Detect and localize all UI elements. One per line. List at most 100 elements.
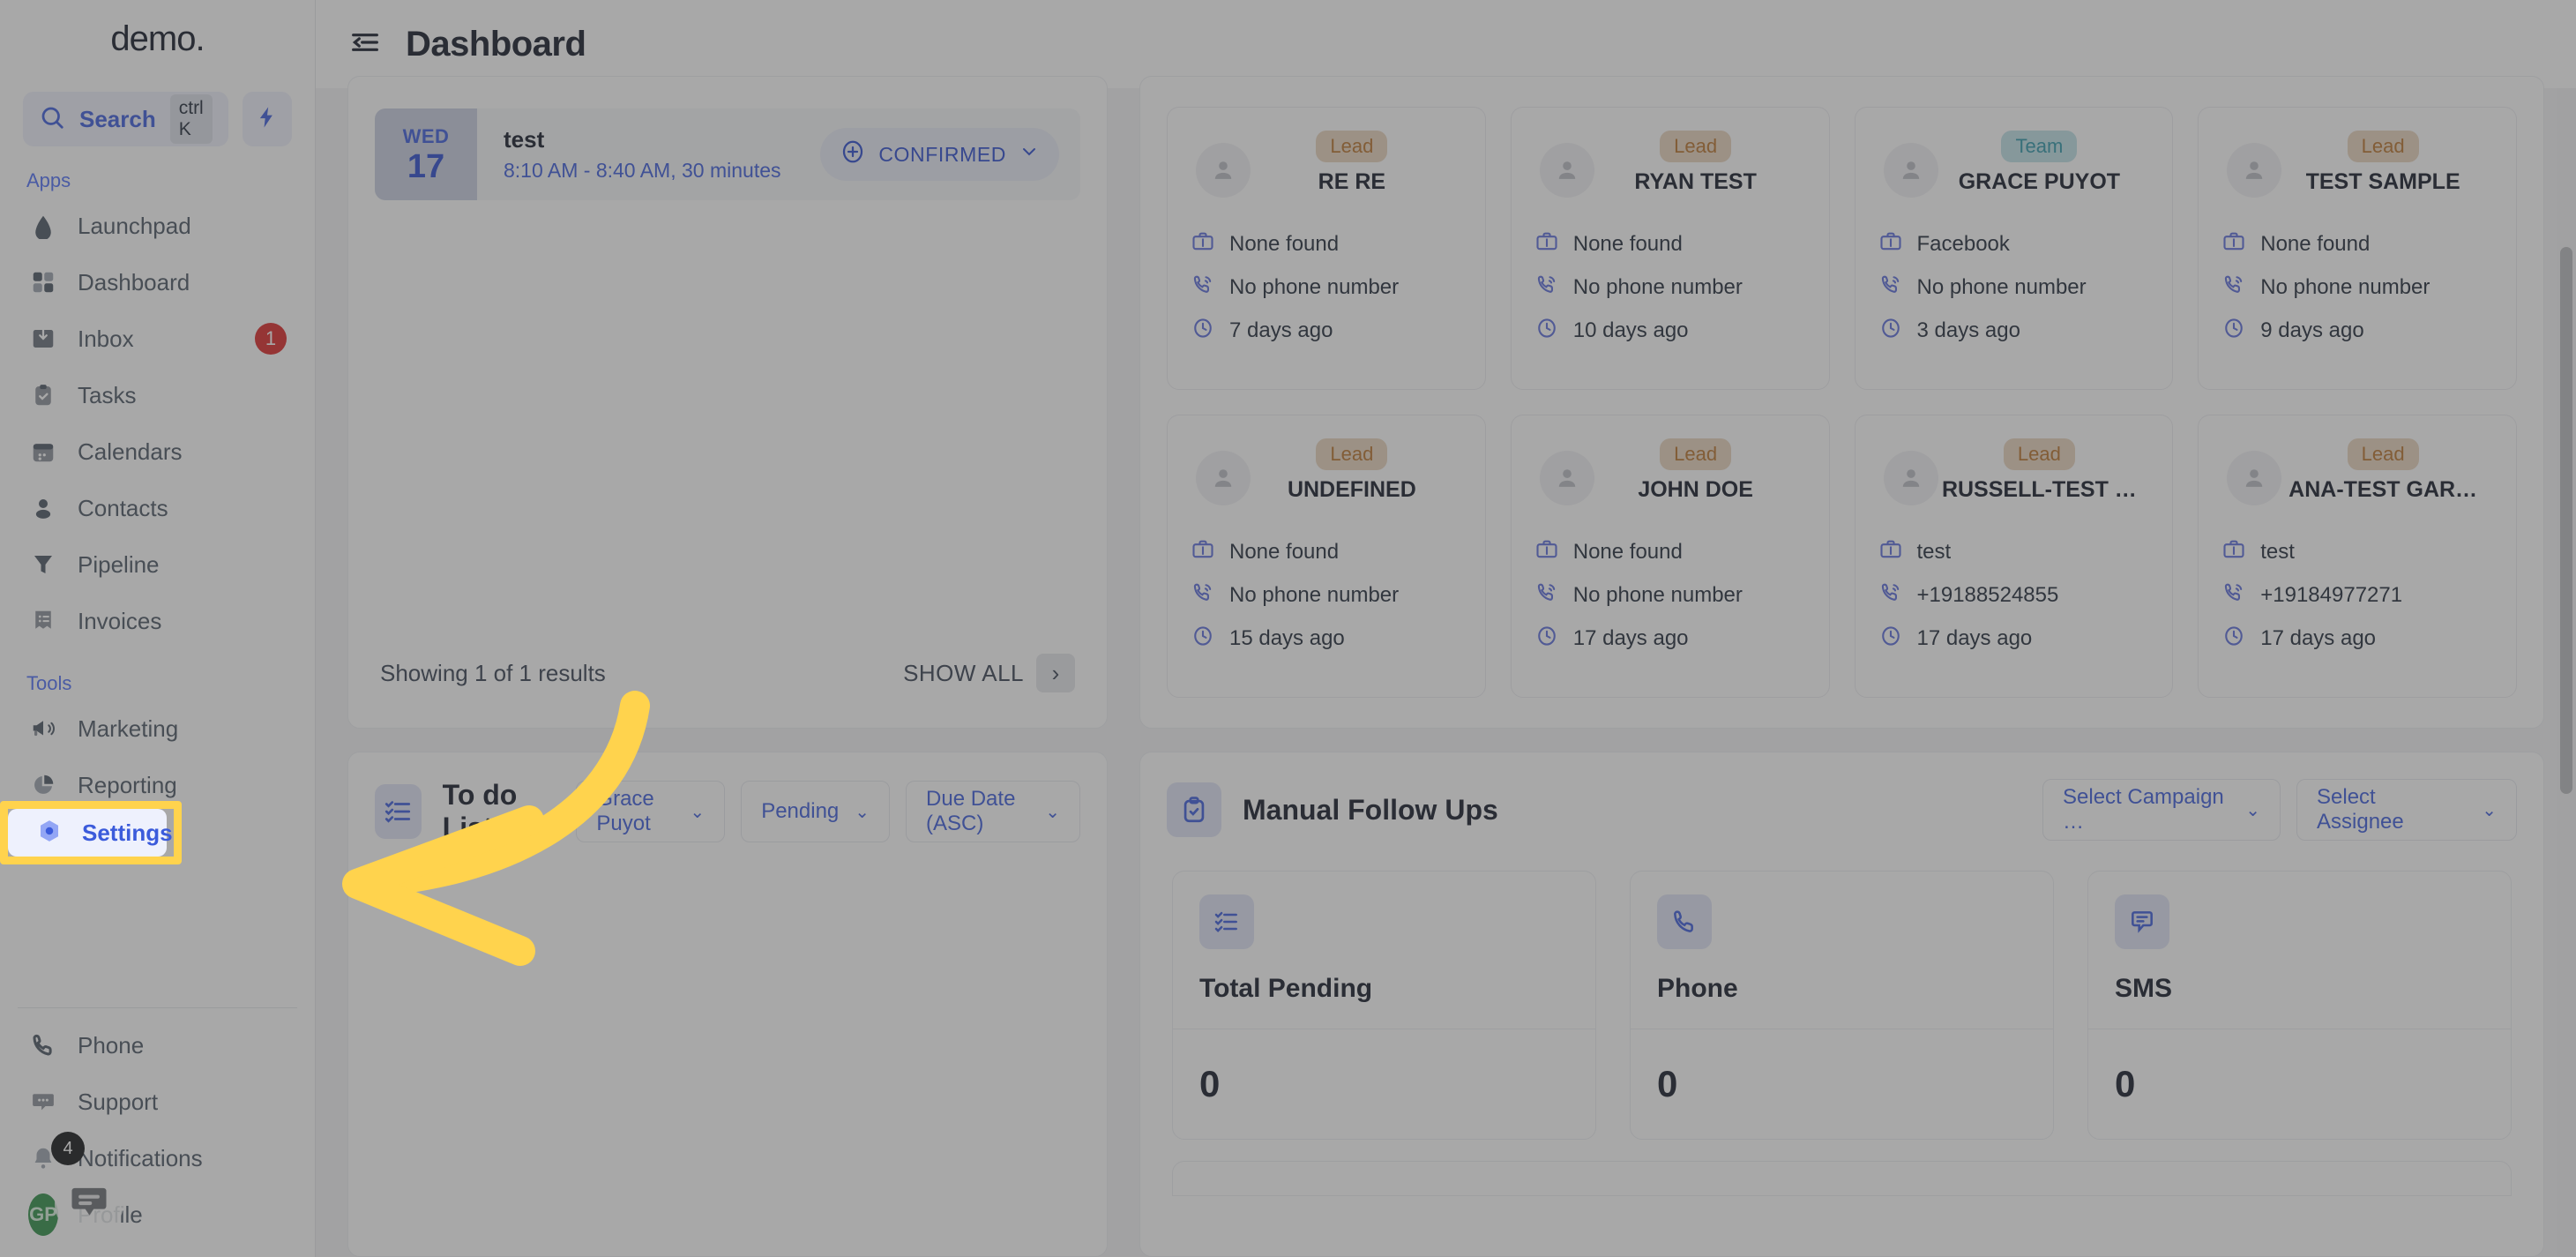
clock-icon (1534, 624, 1559, 653)
main-area: Dashboard WED 17 test 8:10 AM - 8:40 AM,… (316, 0, 2576, 1257)
contact-name: UNDEFINED (1287, 477, 1416, 502)
chevron-down-icon: ⌄ (2482, 800, 2497, 820)
chevron-down-icon: ⌄ (2245, 800, 2260, 820)
briefcase-icon (1878, 537, 1903, 566)
dashboard-content: WED 17 test 8:10 AM - 8:40 AM, 30 minute… (316, 76, 2576, 1257)
stat-card-sms: SMS 0 (2087, 871, 2512, 1140)
followups-filter-campaign[interactable]: Select Campaign … ⌄ (2042, 779, 2281, 841)
contact-card[interactable]: Lead RE RE None found No phone number 7 … (1167, 107, 1486, 390)
contact-name: ANA-TEST GAR… (2289, 477, 2478, 502)
calendar-icon (28, 437, 58, 467)
status-badge: Lead (1316, 438, 1388, 470)
sidebar-item-label: Marketing (78, 715, 179, 742)
sidebar-item-notifications[interactable]: 4 Notifications (12, 1130, 302, 1186)
status-badge: Lead (2347, 438, 2419, 470)
status-badge: Lead (1660, 131, 1732, 162)
contact-card[interactable]: Lead RUSSELL-TEST … test +19188524855 17… (1854, 415, 2174, 698)
topbar: Dashboard (316, 0, 2576, 88)
todo-filter-status[interactable]: Pending ⌄ (741, 781, 891, 842)
person-icon (1196, 143, 1251, 198)
filter-label: Pending (761, 799, 840, 823)
sidebar-item-reporting[interactable]: Reporting (12, 757, 302, 813)
sidebar-item-label: Support (78, 1088, 159, 1115)
sidebar-item-pipeline[interactable]: Pipeline (12, 536, 302, 593)
contact-card[interactable]: Lead JOHN DOE None found No phone number… (1510, 415, 1830, 698)
chat-widget-button[interactable] (55, 1169, 123, 1238)
todo-filters: Grace Puyot ⌄ Pending ⌄ Due Date (ASC) ⌄ (576, 781, 1080, 842)
brand[interactable]: demo. (0, 0, 315, 78)
checklist-icon (375, 784, 422, 839)
stat-value: 0 (1199, 1063, 1221, 1104)
vertical-scrollbar-track[interactable] (2557, 88, 2576, 1257)
briefcase-icon (2221, 229, 2246, 258)
contact-card[interactable]: Lead RYAN TEST None found No phone numbe… (1510, 107, 1830, 390)
contact-card[interactable]: Lead UNDEFINED None found No phone numbe… (1167, 415, 1486, 698)
appointment-title: test (504, 126, 545, 153)
followups-filters: Select Campaign … ⌄ Select Assignee ⌄ (2042, 779, 2517, 841)
filter-label: Select Assignee (2317, 785, 2404, 834)
sidebar-item-label: Launchpad (78, 212, 191, 239)
sidebar: demo. Search ctrl K Apps Launchpad Dashb… (0, 0, 316, 1257)
chevron-down-icon: ⌄ (1045, 802, 1060, 822)
sidebar-item-calendars[interactable]: Calendars (12, 423, 302, 480)
show-all-label: SHOW ALL (903, 659, 1024, 686)
sidebar-item-dashboard[interactable]: Dashboard (12, 254, 302, 311)
clock-icon (1878, 624, 1903, 653)
sidebar-item-launchpad[interactable]: Launchpad (12, 198, 302, 254)
collapse-menu-icon[interactable] (347, 25, 383, 64)
phone-icon (1657, 894, 1712, 949)
contact-phone: No phone number (1572, 582, 1743, 607)
search-input[interactable]: Search ctrl K (23, 92, 228, 146)
contact-card[interactable]: Lead TEST SAMPLE None found No phone num… (2198, 107, 2517, 390)
page-title: Dashboard (406, 24, 586, 64)
sidebar-item-invoices[interactable]: Invoices (12, 593, 302, 649)
contact-phone: No phone number (1572, 274, 1743, 299)
status-badge: Lead (1660, 438, 1732, 470)
stat-card-phone: Phone 0 (1630, 871, 2054, 1140)
sidebar-item-inbox[interactable]: Inbox 1 (12, 311, 302, 367)
show-all-button[interactable]: SHOW ALL › (903, 654, 1075, 692)
sidebar-item-tasks[interactable]: Tasks (12, 367, 302, 423)
contact-source: None found (1572, 231, 1683, 256)
funnel-icon (28, 550, 58, 580)
stat-value: 0 (1657, 1063, 1678, 1104)
phone-call-icon (1534, 580, 1559, 610)
contact-name: TEST SAMPLE (2305, 169, 2460, 194)
briefcase-icon (1191, 537, 1215, 566)
phone-call-icon (2221, 273, 2246, 302)
sidebar-item-label: Notifications (78, 1144, 203, 1171)
contact-card[interactable]: Lead ANA-TEST GAR… test +19184977271 17 … (2198, 415, 2517, 698)
appointment-status-dropdown[interactable]: CONFIRMED (820, 128, 1059, 181)
sidebar-nav-tools: Marketing Reporting Settings (0, 700, 315, 870)
sidebar-section-apps-label: Apps (26, 169, 71, 191)
contact-age: 3 days ago (1916, 318, 2020, 342)
contact-source: None found (1572, 539, 1683, 564)
person-icon (2227, 451, 2282, 505)
appointment-row[interactable]: WED 17 test 8:10 AM - 8:40 AM, 30 minute… (375, 108, 1080, 200)
followups-title: Manual Follow Ups (1243, 793, 1498, 826)
brand-logo: demo. (110, 19, 205, 58)
chat-dots-icon (28, 1087, 58, 1117)
contact-card[interactable]: Team GRACE PUYOT Facebook No phone numbe… (1854, 107, 2174, 390)
vertical-scrollbar-thumb[interactable] (2560, 247, 2572, 794)
sidebar-item-contacts[interactable]: Contacts (12, 480, 302, 536)
sidebar-item-settings[interactable]: Settings (12, 813, 302, 870)
appointments-footer: Showing 1 of 1 results SHOW ALL › (348, 654, 1107, 728)
contact-name: RYAN TEST (1634, 169, 1757, 194)
chevron-right-icon: › (1036, 654, 1075, 692)
contact-age: 17 days ago (2260, 625, 2377, 650)
sidebar-item-support[interactable]: Support (12, 1074, 302, 1130)
followups-filter-assignee[interactable]: Select Assignee ⌄ (2296, 779, 2517, 841)
clipboard-check-icon (1167, 782, 1221, 837)
quick-actions-button[interactable] (242, 92, 292, 146)
briefcase-icon (1534, 229, 1559, 258)
sidebar-item-label: Settings (78, 827, 161, 855)
sidebar-item-phone[interactable]: Phone (12, 1017, 302, 1074)
notifications-count-badge: 4 (51, 1132, 85, 1165)
todo-filter-assignee[interactable]: Grace Puyot ⌄ (576, 781, 726, 842)
plus-circle-icon (840, 138, 866, 170)
todo-filter-sort[interactable]: Due Date (ASC) ⌄ (906, 781, 1080, 842)
sidebar-item-marketing[interactable]: Marketing (12, 700, 302, 757)
briefcase-icon (1191, 229, 1215, 258)
phone-call-icon (1191, 580, 1215, 610)
